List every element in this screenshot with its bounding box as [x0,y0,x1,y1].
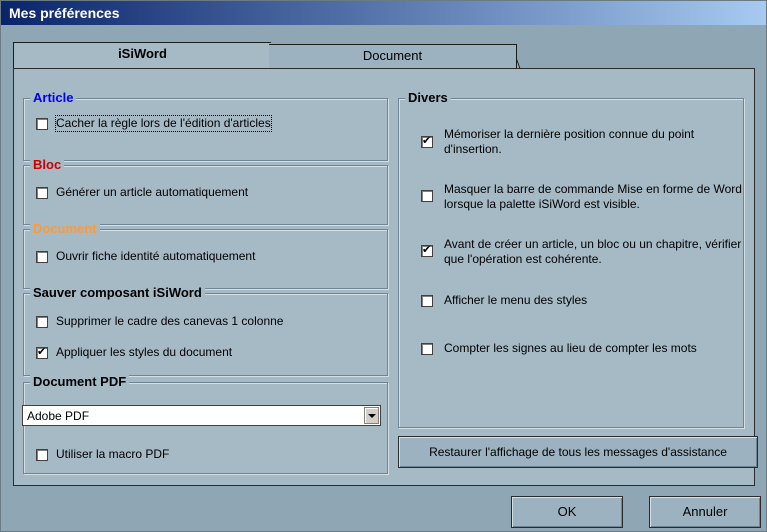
label-supprimer-cadre: Supprimer le cadre des canevas 1 colonne [56,314,284,328]
pdf-printer-select[interactable]: Adobe PDF [22,405,381,426]
group-sauver-composant: Sauver composant iSiWord Supprimer le ca… [23,285,388,376]
checkbox-masquer-barre[interactable] [421,190,433,202]
chevron-down-icon[interactable] [364,407,379,424]
preferences-window: Mes préférences iSiWord Document Article… [0,0,767,532]
label-memoriser-position: Mémoriser la dernière position connue du… [444,127,695,156]
group-divers: Divers Mémoriser la dernière position co… [398,90,744,428]
label-verifier-operation: Avant de créer un article, un bloc ou un… [444,237,742,266]
restore-messages-button[interactable]: Restaurer l'affichage de tous les messag… [398,436,758,468]
tab-isiword[interactable]: iSiWord [13,42,271,70]
group-bloc-title: Bloc [30,157,65,173]
checkbox-generer-article[interactable] [36,187,48,199]
checkbox-cacher-regle[interactable] [36,118,48,130]
tab-isiword-label: iSiWord [118,46,167,61]
label-generer-article: Générer un article automatiquement [56,185,249,199]
checkbox-compter-signes[interactable] [421,343,433,355]
group-article: Article Cacher la règle lors de l'éditio… [23,90,388,161]
group-bloc: Bloc Générer un article automatiquement [23,157,388,225]
title-bar: Mes préférences [1,1,766,25]
label-appliquer-styles: Appliquer les styles du document [56,345,233,359]
checkbox-appliquer-styles[interactable] [36,345,48,359]
window-title: Mes préférences [9,5,120,21]
checkbox-verifier-operation[interactable] [421,243,433,257]
checkbox-macro-pdf[interactable] [36,449,48,461]
label-compter-signes: Compter les signes au lieu de compter le… [444,341,697,355]
pdf-printer-value: Adobe PDF [27,409,90,423]
label-menu-styles: Afficher le menu des styles [444,293,588,307]
checkbox-ouvrir-fiche[interactable] [36,251,48,263]
tab-document-label: Document [362,48,423,63]
dialog-client-area: iSiWord Document Article Cacher la règle… [1,25,766,531]
checkbox-memoriser-position[interactable] [421,134,433,148]
group-sauver-title: Sauver composant iSiWord [30,285,205,301]
group-article-title: Article [30,90,77,106]
group-pdf-title: Document PDF [30,374,130,390]
checkbox-supprimer-cadre[interactable] [36,316,48,328]
tab-document[interactable]: Document [269,44,517,68]
label-cacher-regle: Cacher la règle lors de l'édition d'arti… [55,115,272,132]
group-document: Document Ouvrir fiche identité automatiq… [23,221,388,289]
label-ouvrir-fiche: Ouvrir fiche identité automatiquement [56,249,256,263]
label-masquer-barre: Masquer la barre de commande Mise en for… [444,182,742,211]
ok-button[interactable]: OK [511,496,623,528]
group-document-title: Document [30,221,100,237]
group-document-pdf: Document PDF Utiliser la macro PDF [23,374,388,474]
checkbox-menu-styles[interactable] [421,295,433,307]
label-macro-pdf: Utiliser la macro PDF [56,447,170,461]
cancel-button[interactable]: Annuler [649,496,761,528]
group-divers-title: Divers [405,90,451,106]
